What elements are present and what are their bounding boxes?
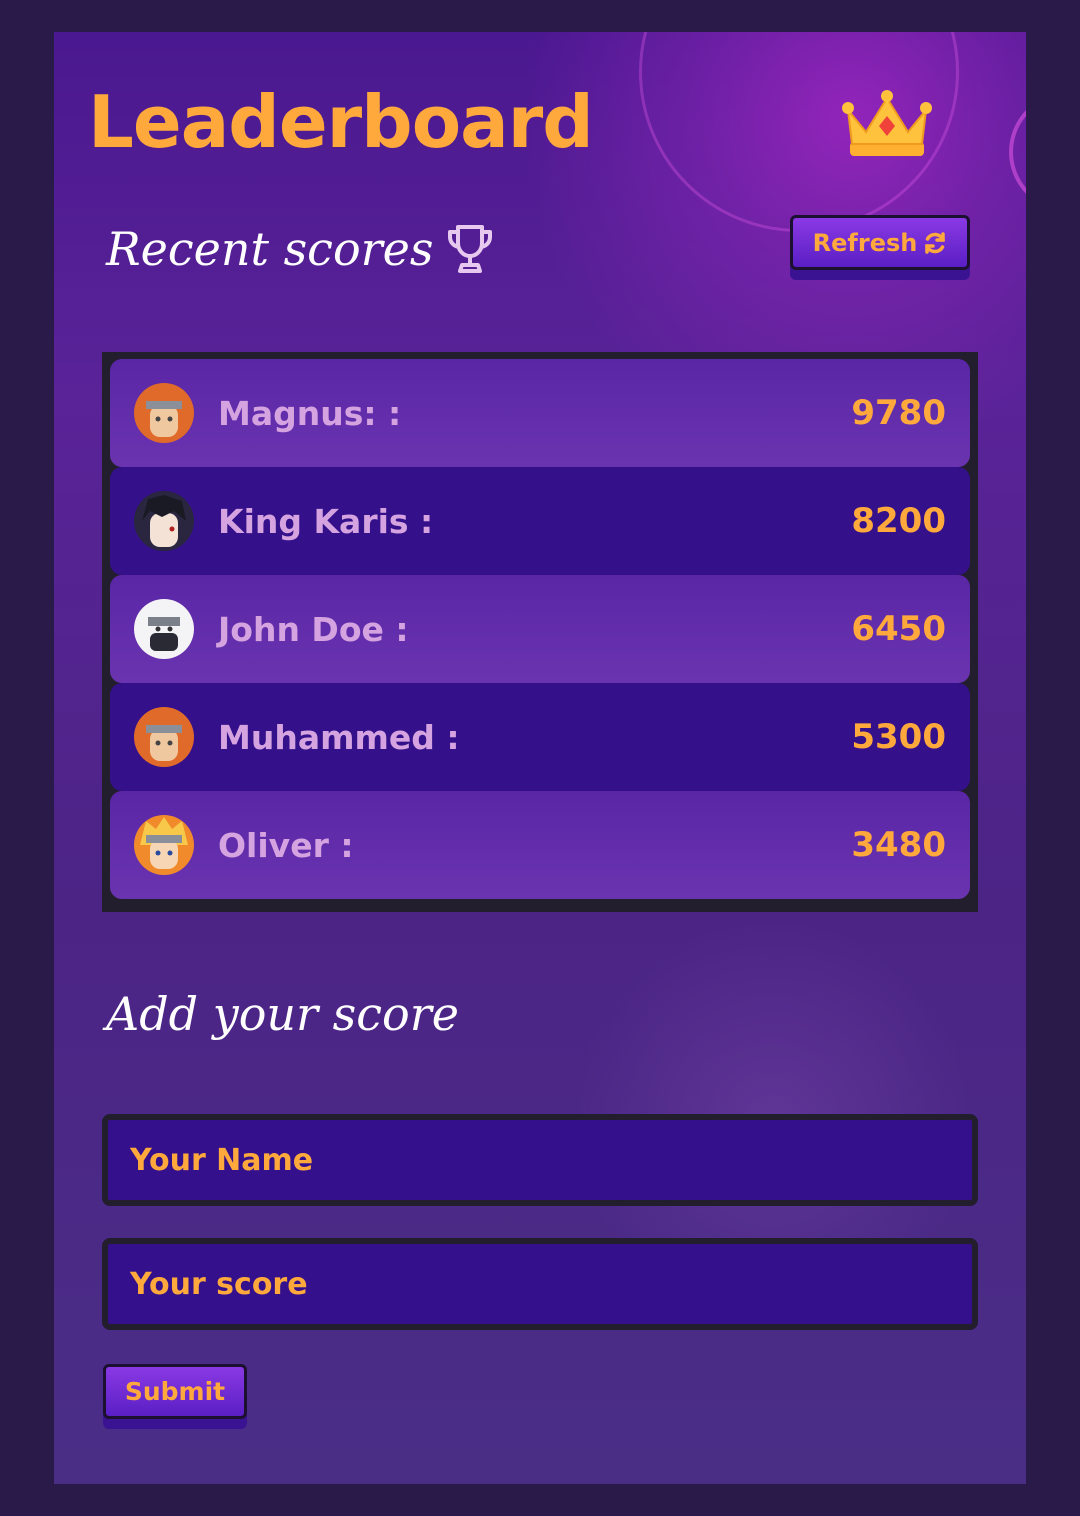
player-avatar — [134, 383, 194, 443]
player-name: John Doe : — [218, 609, 409, 649]
score-row: John Doe : 6450 — [110, 575, 970, 683]
player-score: 9780 — [851, 393, 946, 433]
decorative-ring — [1009, 92, 1026, 212]
player-name: King Karis : — [218, 501, 434, 541]
player-avatar — [134, 707, 194, 767]
page-title: Leaderboard — [88, 80, 594, 164]
score-row: Magnus: : 9780 — [110, 359, 970, 467]
score-row: King Karis : 8200 — [110, 467, 970, 575]
refresh-label: Refresh — [812, 228, 918, 257]
trophy-icon — [448, 225, 493, 273]
refresh-icon — [925, 231, 946, 254]
player-score: 3480 — [851, 825, 946, 865]
player-score: 5300 — [851, 717, 946, 757]
recent-scores-heading: Recent scores — [106, 222, 495, 276]
player-name: Oliver : — [218, 825, 354, 865]
player-avatar — [134, 599, 194, 659]
player-score: 8200 — [851, 501, 946, 541]
recent-scores-label: Recent scores — [106, 222, 434, 276]
player-avatar — [134, 491, 194, 551]
add-score-heading: Add your score — [106, 987, 459, 1041]
scores-list: Magnus: : 9780 King Karis : 8200 John Do… — [102, 352, 978, 912]
player-avatar — [134, 815, 194, 875]
score-row: Muhammed : 5300 — [110, 683, 970, 791]
leaderboard-page: Leaderboard Recent scores Refresh Magnus… — [54, 32, 1026, 1484]
submit-label: Submit — [124, 1377, 226, 1406]
score-row: Oliver : 3480 — [110, 791, 970, 899]
submit-button[interactable]: Submit — [103, 1364, 247, 1419]
add-score-label: Add your score — [106, 987, 459, 1041]
player-name: Muhammed : — [218, 717, 460, 757]
name-input[interactable] — [102, 1114, 978, 1206]
score-input[interactable] — [102, 1238, 978, 1330]
crown-icon — [842, 90, 932, 156]
refresh-button[interactable]: Refresh — [790, 215, 970, 270]
player-name: Magnus: : — [218, 393, 402, 433]
player-score: 6450 — [851, 609, 946, 649]
